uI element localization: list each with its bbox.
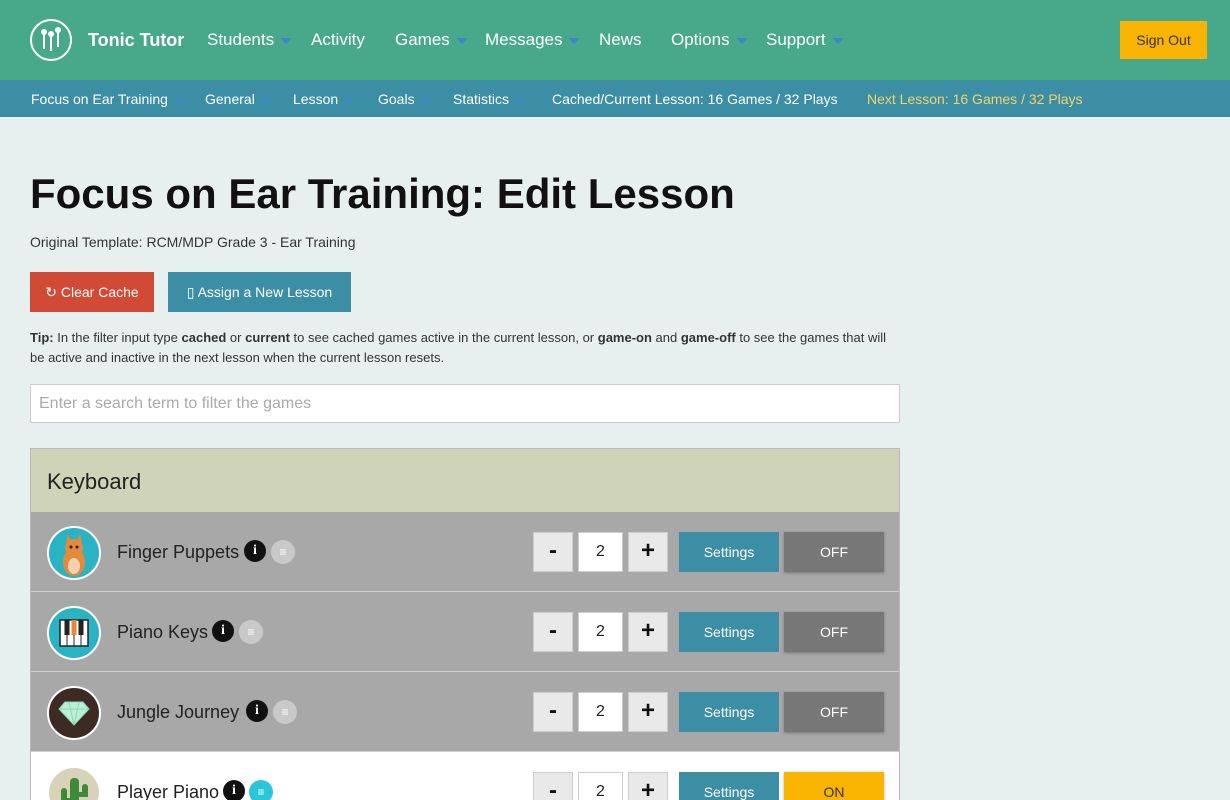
list-icon[interactable]: ≡ xyxy=(271,540,295,564)
nav-activity[interactable]: Activity xyxy=(311,30,365,50)
increase-plays-button[interactable]: + xyxy=(628,692,668,732)
chevron-down-icon xyxy=(280,37,293,44)
game-toggle-button[interactable]: OFF xyxy=(784,692,884,732)
game-row-jungle-journey: Jungle Journey i ≡ - + Settings OFF xyxy=(31,672,899,752)
chevron-down-icon xyxy=(568,37,581,44)
subnav-statistics[interactable]: Statistics xyxy=(453,91,526,107)
increase-plays-button[interactable]: + xyxy=(628,532,668,572)
subnav-focus-on-ear-training[interactable]: Focus on Ear Training xyxy=(31,91,184,107)
game-filter-input[interactable] xyxy=(30,384,900,423)
list-icon[interactable]: ≡ xyxy=(273,700,297,724)
chevron-down-icon xyxy=(260,97,271,103)
decrease-plays-button[interactable]: - xyxy=(533,532,573,572)
finger-puppets-game-icon xyxy=(47,526,101,580)
chevron-down-icon xyxy=(455,37,468,44)
chevron-down-icon xyxy=(344,97,355,103)
plays-quantity-input[interactable] xyxy=(578,532,623,572)
info-icon[interactable]: i xyxy=(223,780,245,800)
subnav-lesson[interactable]: Lesson xyxy=(293,91,355,107)
game-toggle-button[interactable]: ON xyxy=(784,772,884,800)
settings-button[interactable]: Settings xyxy=(679,532,779,572)
game-toggle-button[interactable]: OFF xyxy=(784,532,884,572)
piano-keys-game-icon xyxy=(47,606,101,660)
chevron-down-icon xyxy=(735,37,748,44)
chevron-down-icon xyxy=(173,97,184,103)
chevron-down-icon xyxy=(420,97,431,103)
subnav-goals[interactable]: Goals xyxy=(378,91,431,107)
list-icon[interactable]: ≡ xyxy=(239,620,263,644)
sign-out-button[interactable]: Sign Out xyxy=(1120,21,1207,59)
nav-options[interactable]: Options xyxy=(671,30,748,50)
nav-games[interactable]: Games xyxy=(395,30,468,50)
lesson-subnav: Focus on Ear Training General Lesson Goa… xyxy=(0,80,1230,117)
decrease-plays-button[interactable]: - xyxy=(533,612,573,652)
game-row-piano-keys: Piano Keys i ≡ - + Settings OFF xyxy=(31,592,899,672)
decrease-plays-button[interactable]: - xyxy=(533,772,573,800)
info-icon[interactable]: i xyxy=(244,540,266,562)
info-icon[interactable]: i xyxy=(212,620,234,642)
original-template: Original Template: RCM/MDP Grade 3 - Ear… xyxy=(30,234,356,250)
clear-cache-button[interactable]: ↻ Clear Cache xyxy=(30,272,154,312)
game-row-finger-puppets: Finger Puppets i ≡ - + Settings OFF xyxy=(31,512,899,592)
nav-news[interactable]: News xyxy=(599,30,642,50)
decrease-plays-button[interactable]: - xyxy=(533,692,573,732)
panel-header: Keyboard xyxy=(31,449,899,512)
increase-plays-button[interactable]: + xyxy=(628,772,668,800)
cached-lesson-summary: Cached/Current Lesson: 16 Games / 32 Pla… xyxy=(552,91,838,107)
plays-quantity-input[interactable] xyxy=(578,612,623,652)
info-icon[interactable]: i xyxy=(246,700,268,722)
list-icon[interactable]: ≡ xyxy=(249,780,273,800)
game-name: Jungle Journey xyxy=(117,702,240,722)
chevron-down-icon xyxy=(515,97,526,103)
settings-button[interactable]: Settings xyxy=(679,612,779,652)
game-name: Finger Puppets xyxy=(117,542,240,562)
plays-quantity-input[interactable] xyxy=(578,772,623,800)
settings-button[interactable]: Settings xyxy=(679,772,779,800)
settings-button[interactable]: Settings xyxy=(679,692,779,732)
game-name: Player Piano xyxy=(117,782,220,800)
subnav-general[interactable]: General xyxy=(205,91,271,107)
page-title: Focus on Ear Training: Edit Lesson xyxy=(30,170,735,217)
assign-new-lesson-button[interactable]: ▯ Assign a New Lesson xyxy=(168,272,351,312)
panel-title: Keyboard xyxy=(47,469,142,494)
brand-name[interactable]: Tonic Tutor xyxy=(88,30,184,51)
game-row-player-piano: Player Piano i ≡ - + Settings ON xyxy=(31,752,899,800)
nav-students[interactable]: Students xyxy=(207,30,293,50)
plays-quantity-input[interactable] xyxy=(578,692,623,732)
document-icon: ▯ xyxy=(186,283,198,300)
top-navbar: Tonic Tutor Students Activity Games Mess… xyxy=(0,0,1230,80)
refresh-icon: ↻ xyxy=(45,283,61,300)
game-name: Piano Keys xyxy=(117,622,209,642)
chevron-down-icon xyxy=(831,37,844,44)
nav-messages[interactable]: Messages xyxy=(485,30,581,50)
game-toggle-button[interactable]: OFF xyxy=(784,612,884,652)
increase-plays-button[interactable]: + xyxy=(628,612,668,652)
nav-support[interactable]: Support xyxy=(766,30,844,50)
tonic-tutor-logo-icon[interactable] xyxy=(30,19,72,61)
keyboard-games-panel: Keyboard Finger Puppets i ≡ - + Settings… xyxy=(30,448,900,800)
next-lesson-summary: Next Lesson: 16 Games / 32 Plays xyxy=(867,91,1083,107)
filter-tip: Tip: In the filter input type cached or … xyxy=(30,330,887,365)
jungle-journey-game-icon xyxy=(47,686,101,740)
player-piano-game-icon xyxy=(47,766,101,800)
